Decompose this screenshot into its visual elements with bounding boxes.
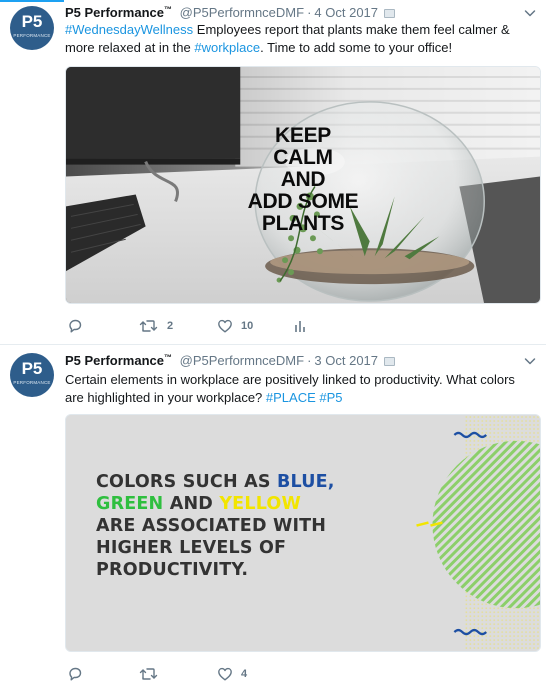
tweet-media-photo[interactable]: KEEP CALM AND ADD SOME PLANTS: [65, 66, 541, 304]
retweet-count: 2: [167, 320, 174, 332]
tweet-actions: 2 10: [65, 316, 365, 336]
avatar[interactable]: P5 PERFORMANCE: [10, 353, 54, 397]
header-separator: ·: [307, 5, 312, 20]
hashtag-link[interactable]: #P5: [319, 390, 342, 405]
tweet-text: #WednesdayWellness Employees report that…: [65, 21, 535, 57]
header-separator: ·: [307, 353, 312, 368]
hashtag-link[interactable]: #WednesdayWellness: [65, 22, 193, 37]
author-handle[interactable]: @P5PerformnceDMF: [180, 5, 304, 20]
infographic-color-blue: BLUE,: [276, 472, 335, 492]
infographic-segment: COLORS SUCH AS: [96, 472, 277, 492]
tweet[interactable]: P5 PERFORMANCE P5 Performance™ @P5Perfor…: [0, 0, 546, 345]
avatar-logo-subtext: PERFORMANCE: [13, 33, 51, 38]
like-count: 10: [241, 320, 254, 332]
tweet-text-segment: . Time to add some to your office!: [260, 40, 453, 55]
infographic-line: PRODUCTIVITY.: [96, 560, 249, 580]
author-name[interactable]: P5 Performance: [65, 353, 164, 368]
chevron-down-icon[interactable]: [524, 355, 536, 367]
tweet[interactable]: P5 PERFORMANCE P5 Performance™ @P5Perfor…: [0, 345, 546, 684]
retweet-icon: [139, 320, 158, 332]
translate-icon[interactable]: [384, 357, 396, 367]
chevron-down-icon[interactable]: [524, 7, 536, 19]
infographic-text: COLORS SUCH AS BLUE, GREEN AND YELLOW AR…: [96, 471, 396, 581]
avatar-logo-text: P5: [21, 12, 43, 31]
tweet-header: P5 Performance™ @P5PerformnceDMF · 3 Oct 2…: [65, 353, 396, 371]
trademark-mark: ™: [164, 5, 172, 14]
analytics-icon: [295, 321, 305, 332]
reply-button[interactable]: [67, 664, 91, 684]
avatar-logo-text: P5: [21, 359, 43, 378]
translate-icon[interactable]: [384, 9, 396, 19]
infographic-color-yellow: YELLOW: [219, 494, 301, 514]
tweet-media-infographic[interactable]: COLORS SUCH AS BLUE, GREEN AND YELLOW AR…: [65, 414, 541, 652]
overlay-line: CALM: [273, 146, 333, 169]
infographic-line: COLORS SUCH AS BLUE,: [96, 471, 396, 493]
heart-icon: [218, 667, 232, 681]
like-button[interactable]: 10: [217, 316, 253, 336]
like-count: 4: [241, 668, 248, 680]
hashtag-link[interactable]: #workplace: [194, 40, 260, 55]
heart-icon: [218, 319, 232, 333]
trademark-mark: ™: [164, 353, 172, 362]
avatar-logo-subtext: PERFORMANCE: [13, 380, 51, 385]
overlay-line: KEEP: [275, 124, 331, 147]
infographic-color-green: GREEN: [96, 494, 164, 514]
retweet-icon: [139, 668, 158, 680]
overlay-line: ADD SOME: [247, 190, 359, 213]
retweet-button[interactable]: 2: [139, 316, 173, 336]
overlay-line: PLANTS: [261, 212, 345, 235]
tweet-text: Certain elements in workplace are positi…: [65, 371, 535, 407]
infographic-line: ARE ASSOCIATED WITH: [96, 516, 327, 536]
author-handle[interactable]: @P5PerformnceDMF: [180, 353, 304, 368]
hashtag-link[interactable]: #PLACE: [266, 390, 316, 405]
infographic-line: HIGHER LEVELS OF: [96, 538, 287, 558]
reply-icon: [69, 319, 82, 333]
retweet-button[interactable]: [139, 664, 167, 684]
analytics-button[interactable]: [293, 316, 307, 336]
avatar[interactable]: P5 PERFORMANCE: [10, 6, 54, 50]
tweet-date[interactable]: 3 Oct 2017: [314, 353, 378, 368]
infographic-line: GREEN AND YELLOW: [96, 493, 396, 515]
reply-icon: [69, 667, 82, 681]
reply-button[interactable]: [67, 316, 91, 336]
infographic-segment: AND: [163, 494, 220, 514]
tweet-date[interactable]: 4 Oct 2017: [314, 5, 378, 20]
tweet-actions: 4: [65, 664, 365, 684]
photo-overlay-text: KEEP CALM AND ADD SOME PLANTS: [236, 125, 370, 235]
like-button[interactable]: 4: [217, 664, 247, 684]
author-name[interactable]: P5 Performance: [65, 5, 164, 20]
overlay-line: AND: [280, 168, 326, 191]
